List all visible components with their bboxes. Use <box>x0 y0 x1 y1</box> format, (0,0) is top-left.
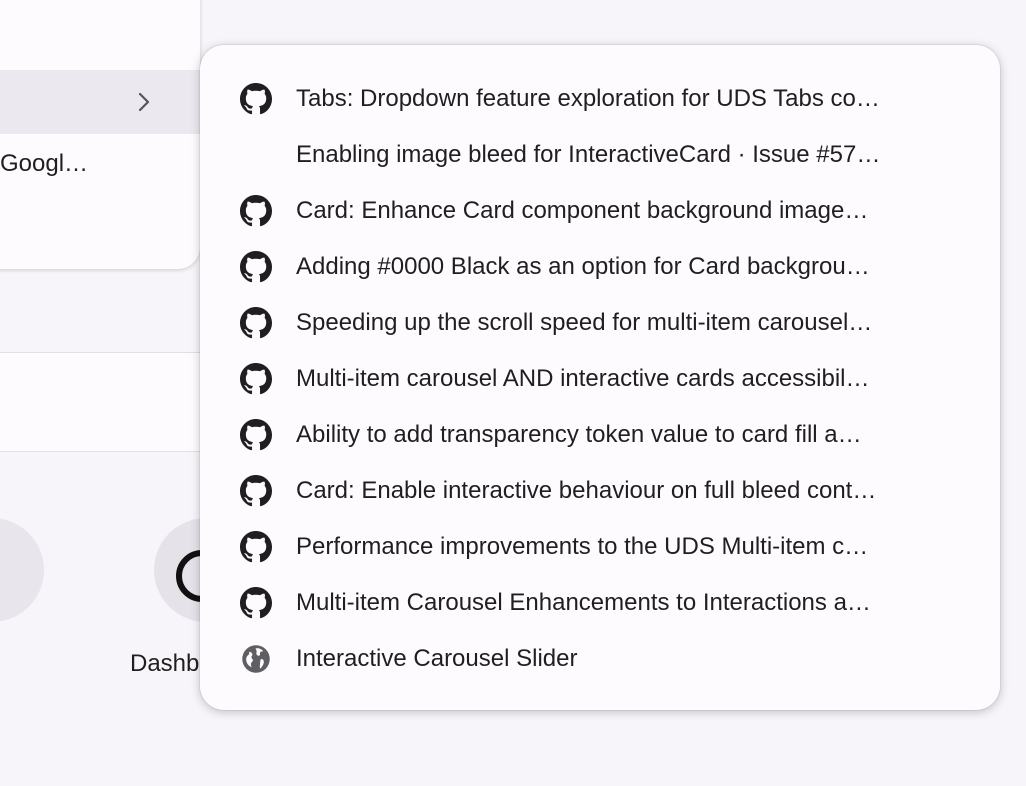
dropdown-item[interactable]: Interactive Carousel Slider <box>200 631 1000 687</box>
dropdown-item-label: Card: Enable interactive behaviour on fu… <box>296 477 877 504</box>
tab-group-dropdown: Tabs: Dropdown feature exploration for U… <box>200 45 1000 710</box>
dropdown-item[interactable]: Speeding up the scroll speed for multi-i… <box>200 295 1000 351</box>
dropdown-item[interactable]: Ability to add transparency token value … <box>200 407 1000 463</box>
github-icon <box>240 475 272 507</box>
dropdown-item[interactable]: Card: Enhance Card component background … <box>200 183 1000 239</box>
github-icon <box>240 363 272 395</box>
dropdown-item-label: Tabs: Dropdown feature exploration for U… <box>296 85 880 112</box>
dropdown-item-label: Performance improvements to the UDS Mult… <box>296 533 869 560</box>
dropdown-item-label: Speeding up the scroll speed for multi-i… <box>296 309 873 336</box>
chevron-right-icon <box>138 92 150 112</box>
dropdown-item[interactable]: Performance improvements to the UDS Mult… <box>200 519 1000 575</box>
background-menu-item-label[interactable]: Googl… <box>0 150 88 178</box>
dropdown-item[interactable]: Enabling image bleed for InteractiveCard… <box>200 127 1000 183</box>
dropdown-item-label: Multi-item Carousel Enhancements to Inte… <box>296 589 871 616</box>
background-input-box[interactable] <box>0 352 212 452</box>
dropdown-item[interactable]: Multi-item carousel AND interactive card… <box>200 351 1000 407</box>
github-icon <box>240 83 272 115</box>
dropdown-item-label: Adding #0000 Black as an option for Card… <box>296 253 870 280</box>
github-icon <box>240 419 272 451</box>
github-icon <box>240 587 272 619</box>
blank-favicon-icon <box>240 139 272 171</box>
dropdown-item[interactable]: Tabs: Dropdown feature exploration for U… <box>200 71 1000 127</box>
dropdown-item[interactable]: Adding #0000 Black as an option for Card… <box>200 239 1000 295</box>
github-icon <box>240 531 272 563</box>
dropdown-item-label: Multi-item carousel AND interactive card… <box>296 365 870 392</box>
dropdown-item[interactable]: Card: Enable interactive behaviour on fu… <box>200 463 1000 519</box>
github-icon <box>240 195 272 227</box>
background-menu: Googl… <box>0 0 200 269</box>
dropdown-item[interactable]: Multi-item Carousel Enhancements to Inte… <box>200 575 1000 631</box>
background-shortcut-tile[interactable] <box>0 518 44 622</box>
dropdown-item-label: Enabling image bleed for InteractiveCard… <box>296 141 881 168</box>
background-menu-highlighted-row[interactable] <box>0 70 200 134</box>
github-icon <box>240 307 272 339</box>
github-icon <box>240 251 272 283</box>
background-shortcut-label: Dashb <box>130 650 200 677</box>
dropdown-item-label: Interactive Carousel Slider <box>296 645 578 672</box>
dropdown-item-label: Card: Enhance Card component background … <box>296 197 869 224</box>
browser-background: Googl… Dashb Tabs: Dropdown feature expl… <box>0 0 1026 786</box>
dropdown-item-label: Ability to add transparency token value … <box>296 421 862 448</box>
globe-icon <box>240 643 272 675</box>
